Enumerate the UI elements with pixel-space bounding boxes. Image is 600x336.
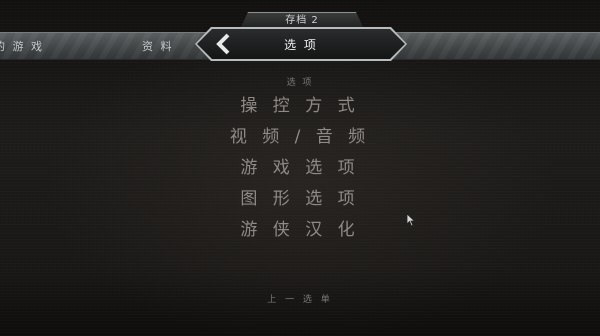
chevron-left-icon[interactable] bbox=[214, 33, 234, 55]
menu-item-video-audio[interactable]: 视 频 / 音 频 bbox=[0, 125, 600, 156]
options-menu: 操 控 方 式 视 频 / 音 频 游 戏 选 项 图 形 选 项 游 侠 汉 … bbox=[0, 94, 600, 249]
menu-item-localization[interactable]: 游 侠 汉 化 bbox=[0, 218, 600, 249]
menu-item-graphics-options[interactable]: 图 形 选 项 bbox=[0, 187, 600, 218]
save-slot-label: 存档 2 bbox=[240, 12, 364, 29]
tab-data[interactable]: 资 料 bbox=[142, 38, 174, 54]
menu-item-controls[interactable]: 操 控 方 式 bbox=[0, 94, 600, 125]
section-title: 选 项 bbox=[286, 78, 314, 88]
tab-game[interactable]: 的 游 戏 bbox=[0, 38, 44, 54]
menu-item-game-options[interactable]: 游 戏 选 项 bbox=[0, 156, 600, 187]
active-tab-label: 选 项 bbox=[284, 38, 318, 52]
mouse-cursor-icon bbox=[406, 213, 416, 227]
previous-menu-button[interactable]: 上 一 选 单 bbox=[0, 292, 600, 305]
